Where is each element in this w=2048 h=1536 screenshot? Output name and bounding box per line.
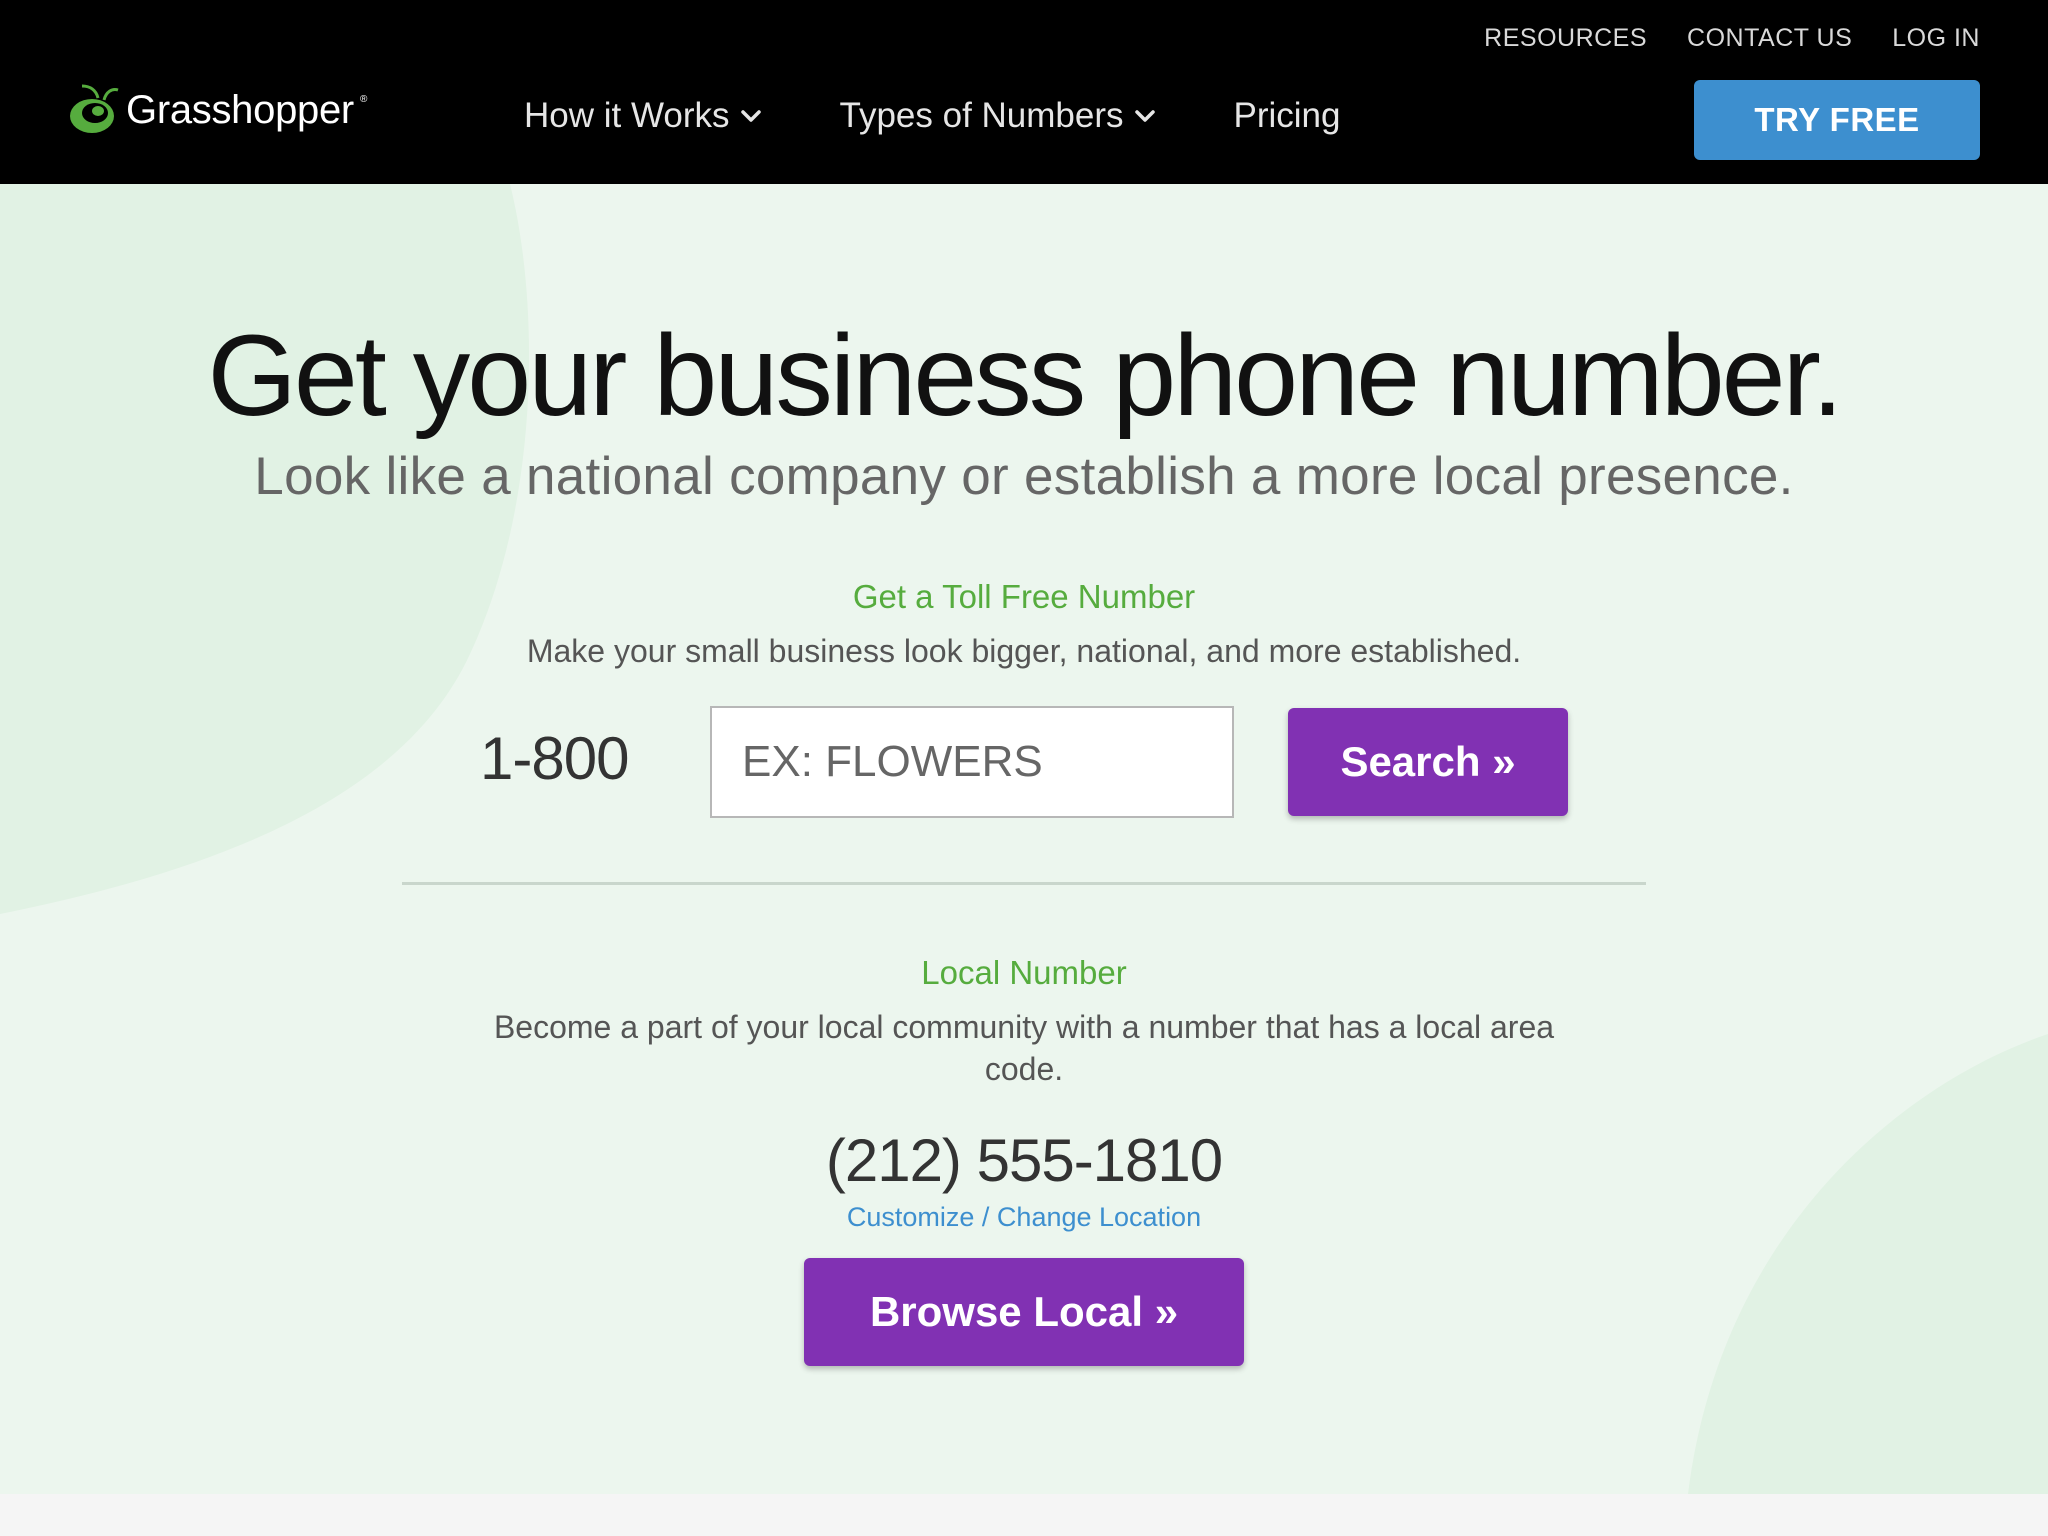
utility-nav: RESOURCES CONTACT US LOG IN <box>1484 24 1980 53</box>
chevron-down-icon <box>1134 110 1155 122</box>
search-button[interactable]: Search » <box>1288 708 1568 816</box>
log-in-link[interactable]: LOG IN <box>1892 24 1980 53</box>
grasshopper-logo-icon <box>70 84 119 133</box>
contact-us-link[interactable]: CONTACT US <box>1687 24 1852 53</box>
main-nav: How it Works Types of Numbers Pricing <box>524 96 1418 136</box>
logo-text: Grasshopper <box>126 87 354 132</box>
local-phone-number: (212) 555-1810 <box>825 1127 1223 1194</box>
change-location-link[interactable]: Customize / Change Location <box>0 1202 2048 1233</box>
local-number-description-line2: code. <box>984 1051 1064 1087</box>
footer-strip <box>0 1494 2048 1536</box>
chevron-down-icon <box>740 110 761 122</box>
browse-local-button[interactable]: Browse Local » <box>804 1258 1244 1366</box>
page-title: Get your business phone number. <box>207 312 1843 440</box>
logo[interactable]: Grasshopper ® <box>68 82 367 138</box>
logo-registered-mark: ® <box>359 94 368 105</box>
vanity-number-input[interactable] <box>710 706 1234 818</box>
nav-how-it-works[interactable]: How it Works <box>524 96 762 136</box>
nav-types-of-numbers-label: Types of Numbers <box>839 96 1124 135</box>
nav-types-of-numbers[interactable]: Types of Numbers <box>840 96 1156 136</box>
nav-pricing[interactable]: Pricing <box>1234 96 1341 136</box>
toll-free-title: Get a Toll Free Number <box>852 578 1196 615</box>
hero-section: Get your business phone number. Look lik… <box>0 184 2048 1494</box>
local-number-title: Local Number <box>921 954 1127 991</box>
local-number-description-line1: Become a part of your local community wi… <box>493 1009 1555 1045</box>
nav-pricing-label: Pricing <box>1233 96 1341 135</box>
toll-free-description: Make your small business look bigger, na… <box>526 633 1522 669</box>
page-subtitle: Look like a national company or establis… <box>254 447 1794 506</box>
site-header: RESOURCES CONTACT US LOG IN Grasshopper … <box>0 0 2048 184</box>
try-free-button[interactable]: TRY FREE <box>1694 80 1980 160</box>
resources-link[interactable]: RESOURCES <box>1484 24 1647 53</box>
section-divider <box>402 882 1646 885</box>
toll-free-prefix: 1-800 <box>480 725 629 792</box>
nav-how-it-works-label: How it Works <box>524 96 730 135</box>
